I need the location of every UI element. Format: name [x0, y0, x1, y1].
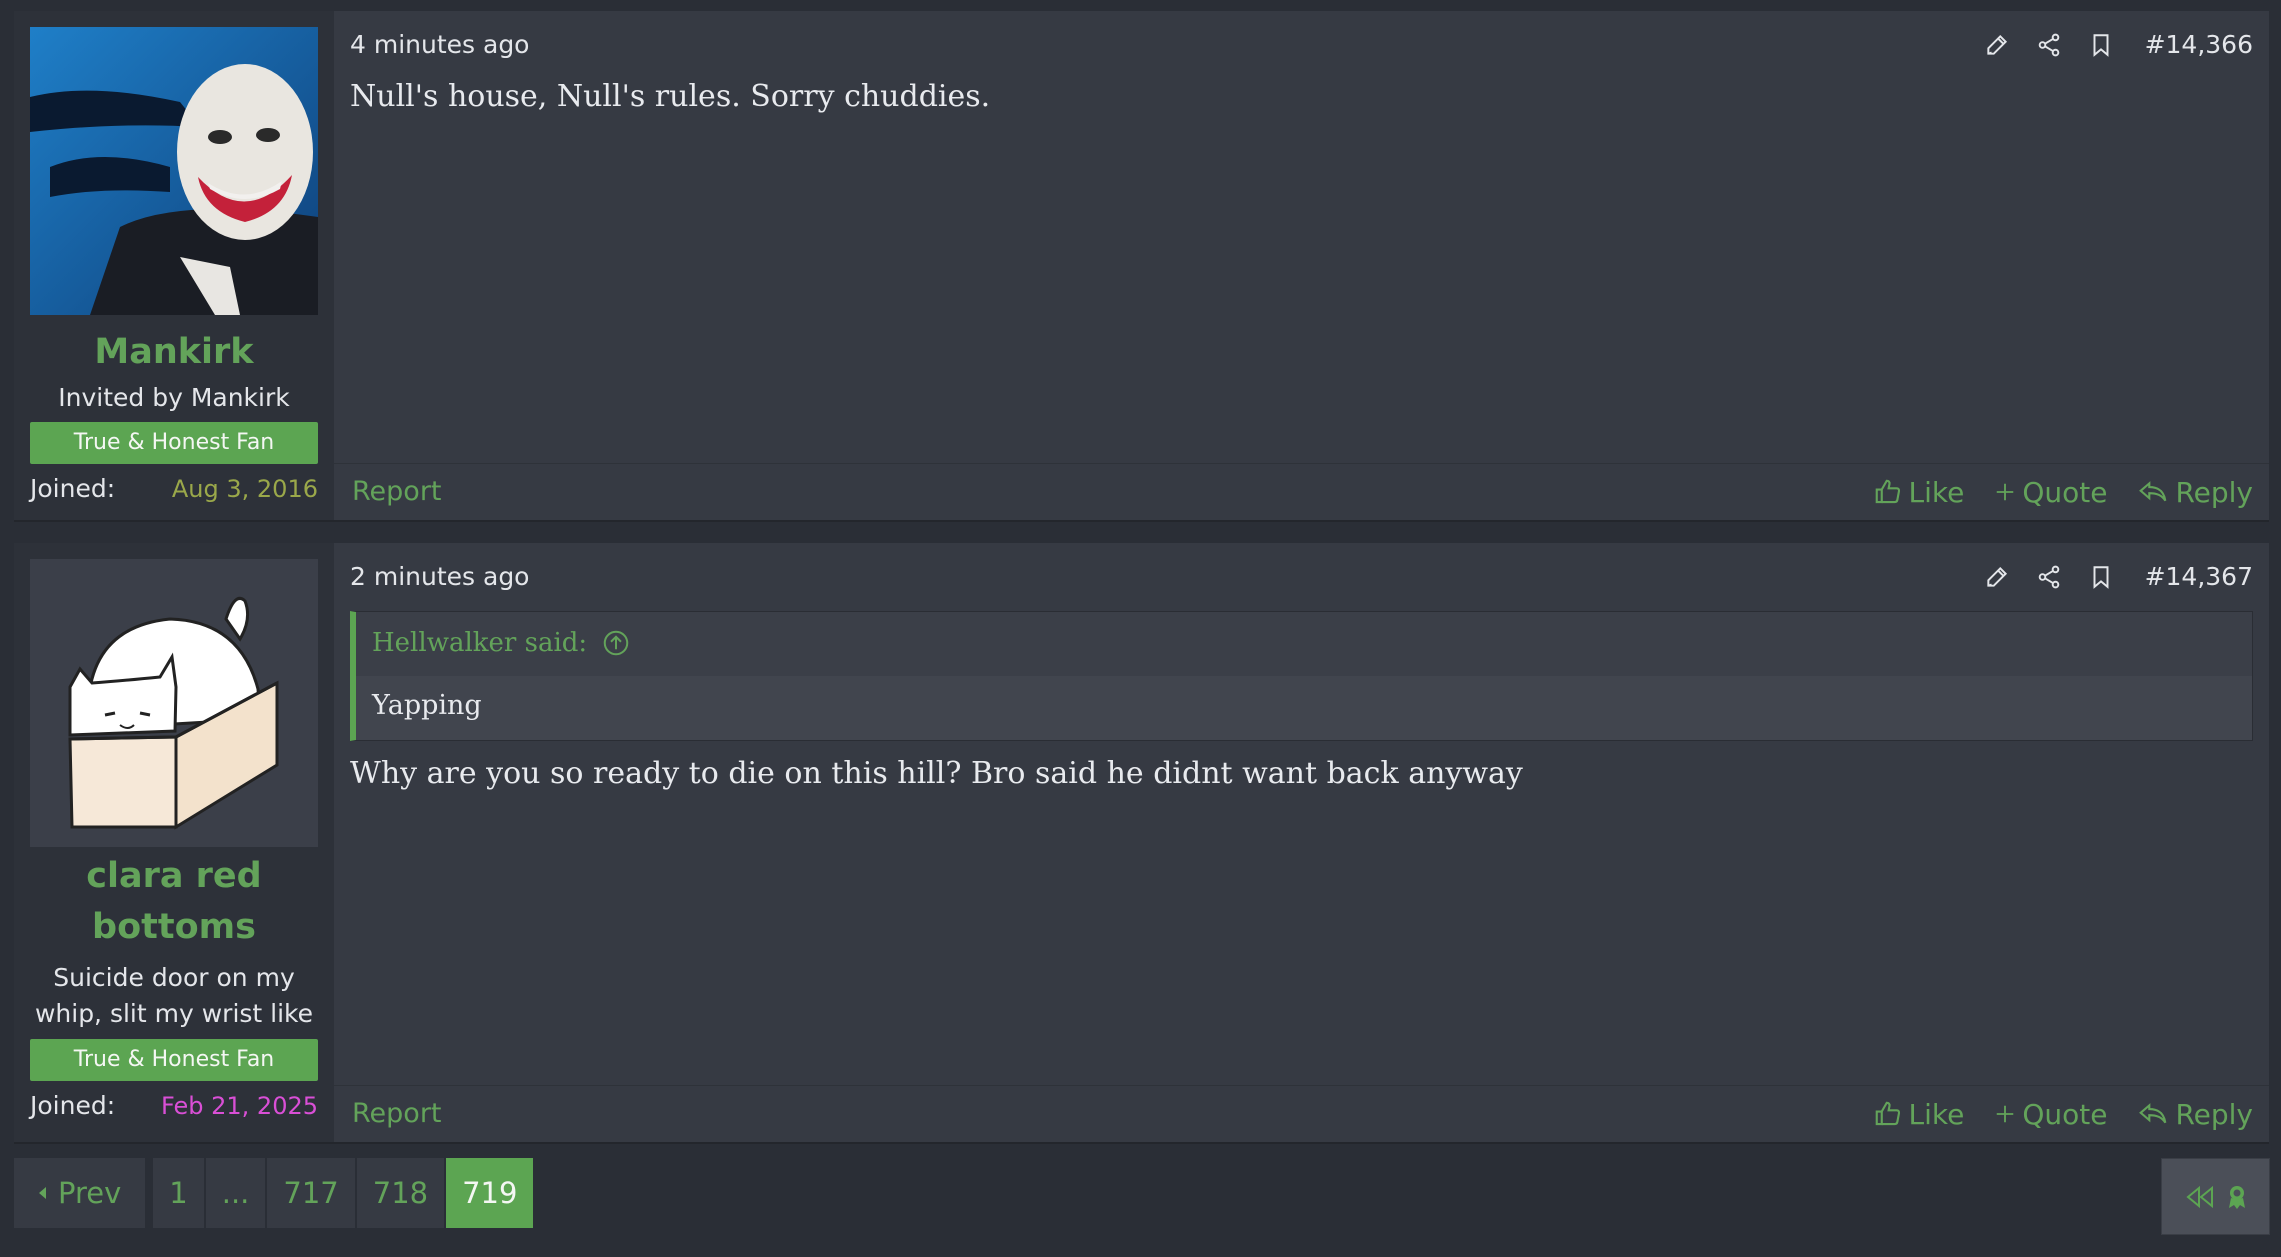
post-body: Null's house, Null's rules. Sorry chuddi…	[350, 79, 991, 114]
user-banner: True & Honest Fan	[30, 1039, 318, 1081]
ribbon-icon	[2228, 1185, 2245, 1209]
page-link-current[interactable]: 719	[446, 1158, 534, 1228]
plus-icon	[1997, 1105, 2014, 1123]
joined-date: Aug 3, 2016	[171, 475, 318, 503]
avatar-image	[30, 559, 318, 847]
post-main: 2 minutes ago #14,367 Hellwalker said: Y…	[334, 543, 2269, 1142]
username[interactable]: Mankirk	[14, 327, 334, 378]
quote-label: Quote	[2022, 1097, 2108, 1131]
page-ellipsis[interactable]: ...	[205, 1158, 266, 1228]
post-time[interactable]: 4 minutes ago	[350, 27, 529, 63]
quote-button[interactable]: Quote	[1994, 476, 2107, 509]
user-title: Suicide door on my whip, slit my wrist l…	[34, 963, 314, 1028]
thumbs-up-icon	[1875, 1101, 1900, 1126]
post-tools: #14,366	[1959, 27, 2253, 63]
jump-to-source-icon[interactable]	[601, 628, 631, 658]
post-actions: Like Quote Reply	[1843, 472, 2253, 512]
report-link[interactable]: Report	[352, 472, 442, 512]
post-body: Why are you so ready to die on this hill…	[350, 756, 1523, 791]
post-tools: #14,367	[1959, 559, 2253, 595]
user-title: Invited by Mankirk	[58, 383, 290, 412]
pagination: Prev 1 ... 717 718 719	[14, 1158, 534, 1228]
quote-author[interactable]: Hellwalker said:	[372, 622, 587, 664]
joined-label: Joined:	[30, 474, 116, 503]
post-footer: Report Like Quote Reply	[334, 463, 2269, 520]
edit-icon[interactable]	[1983, 563, 2011, 591]
post: Mankirk Invited by Mankirk True & Honest…	[14, 11, 2269, 522]
avatar-image	[30, 27, 318, 315]
username[interactable]: clara red bottoms	[14, 851, 334, 953]
reply-icon	[2139, 481, 2167, 502]
reply-icon	[2139, 1103, 2167, 1124]
thumbs-up-icon	[1875, 479, 1900, 504]
share-icon[interactable]	[2035, 31, 2063, 59]
like-button[interactable]: Like	[1873, 475, 1965, 509]
post: clara red bottoms Suicide door on my whi…	[14, 543, 2269, 1144]
reply-button[interactable]: Reply	[2137, 1098, 2253, 1131]
rewind-icon	[2185, 1185, 2213, 1208]
page-list: 1 ... 717 718 719	[153, 1158, 534, 1228]
user-panel: Mankirk Invited by Mankirk True & Honest…	[14, 11, 334, 520]
caret-left-icon	[39, 1187, 46, 1199]
reply-label: Reply	[2175, 1097, 2253, 1131]
quote-text: Yapping	[356, 676, 2252, 740]
post-footer: Report Like Quote Reply	[334, 1085, 2269, 1142]
like-label: Like	[1908, 475, 1965, 509]
edit-icon[interactable]	[1983, 31, 2011, 59]
post-actions: Like Quote Reply	[1843, 1094, 2253, 1134]
post-number[interactable]: #14,366	[2145, 27, 2253, 63]
post-number[interactable]: #14,367	[2145, 559, 2253, 595]
post-main: 4 minutes ago #14,366 Null's house, Null…	[334, 11, 2269, 520]
quote-button[interactable]: Quote	[1994, 1098, 2107, 1131]
user-banner: True & Honest Fan	[30, 422, 318, 464]
bookmark-icon[interactable]	[2087, 31, 2115, 59]
user-panel: clara red bottoms Suicide door on my whi…	[14, 543, 334, 1142]
page-link-1[interactable]: 1	[153, 1158, 204, 1228]
plus-icon	[1997, 483, 2014, 501]
page-link-718[interactable]: 718	[356, 1158, 445, 1228]
like-label: Like	[1908, 1097, 1965, 1131]
quote-label: Quote	[2022, 475, 2108, 509]
report-link[interactable]: Report	[352, 1094, 442, 1134]
avatar[interactable]	[30, 559, 318, 847]
page-link-717[interactable]: 717	[267, 1158, 355, 1228]
quote-header[interactable]: Hellwalker said:	[372, 622, 631, 664]
corner-widget[interactable]	[2161, 1158, 2270, 1235]
prev-page-button[interactable]: Prev	[14, 1158, 146, 1228]
joined-date: Feb 21, 2025	[161, 1092, 318, 1120]
joined-label: Joined:	[30, 1091, 116, 1120]
post-time[interactable]: 2 minutes ago	[350, 559, 529, 595]
like-button[interactable]: Like	[1873, 1097, 1965, 1131]
reply-label: Reply	[2175, 475, 2253, 509]
quote-block: Hellwalker said: Yapping	[350, 611, 2253, 741]
avatar[interactable]	[30, 27, 318, 315]
bookmark-icon[interactable]	[2087, 563, 2115, 591]
share-icon[interactable]	[2035, 563, 2063, 591]
reply-button[interactable]: Reply	[2137, 476, 2253, 509]
prev-label: Prev	[58, 1176, 122, 1210]
